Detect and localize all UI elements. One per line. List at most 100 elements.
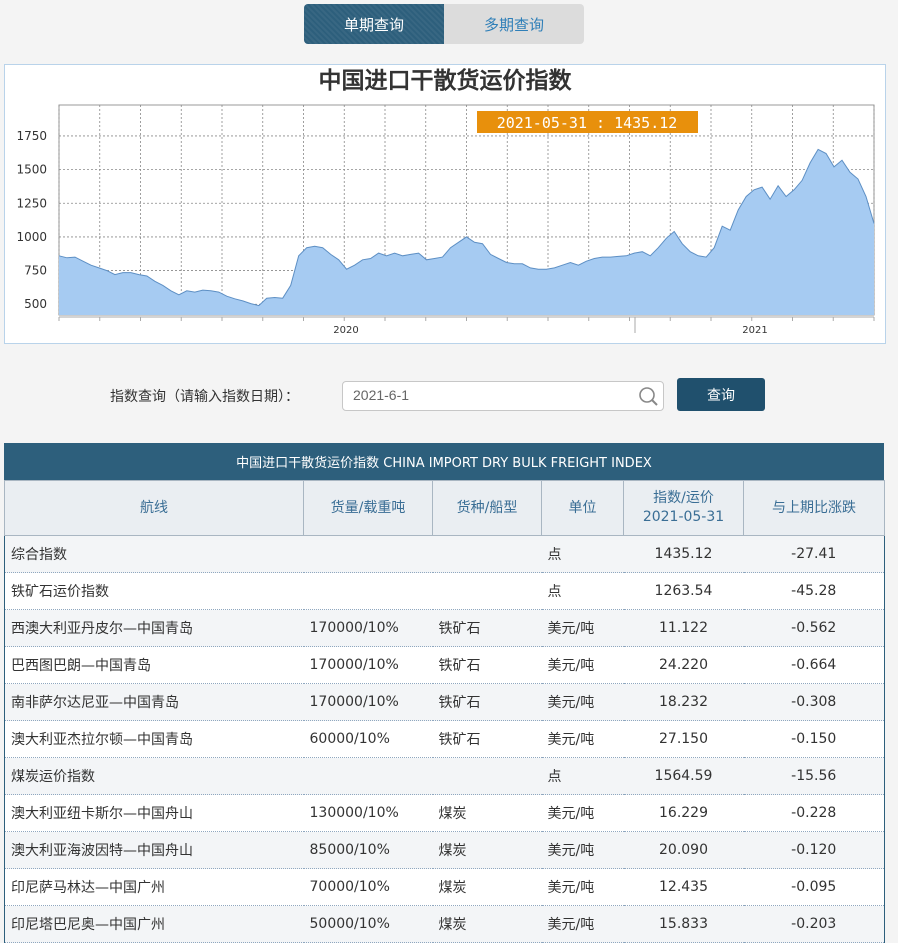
cell-type: 铁矿石 xyxy=(432,609,542,647)
cell-type: 铁矿石 xyxy=(432,683,542,721)
cell-value: 24.220 xyxy=(623,646,744,684)
header-cargo: 货量/载重吨 xyxy=(303,480,433,536)
cell-type: 铁矿石 xyxy=(432,720,542,758)
cell-route: 铁矿石运价指数 xyxy=(4,572,304,610)
freight-index-table: 中国进口干散货运价指数 CHINA IMPORT DRY BULK FREIGH… xyxy=(4,443,885,943)
cell-unit: 点 xyxy=(541,535,624,573)
cell-route: 综合指数 xyxy=(4,535,304,573)
cell-value: 1263.54 xyxy=(623,572,744,610)
table-title: 中国进口干散货运价指数 CHINA IMPORT DRY BULK FREIGH… xyxy=(4,443,884,480)
tab-multi-period[interactable]: 多期查询 xyxy=(444,4,584,44)
cell-value: 12.435 xyxy=(623,868,744,906)
table-row: 澳大利亚纽卡斯尔—中国舟山 130000/10% 煤炭 美元/吨 16.229 -0.22… xyxy=(4,794,885,832)
tooltip-text: 2021-05-31 : 1435.12 xyxy=(497,114,678,132)
cell-change: -45.28 xyxy=(743,572,885,610)
table-row: 综合指数 点 1435.12 -27.41 xyxy=(4,535,885,573)
cell-cargo: 170000/10% xyxy=(303,683,433,721)
date-input-wrapper xyxy=(342,381,664,411)
cell-unit: 点 xyxy=(541,757,624,795)
cell-value: 16.229 xyxy=(623,794,744,832)
header-change: 与上期比涨跌 xyxy=(743,480,885,536)
cell-cargo xyxy=(303,572,433,610)
cell-route: 西澳大利亚丹皮尔—中国青岛 xyxy=(4,609,304,647)
cell-change: -0.203 xyxy=(743,905,885,943)
header-type: 货种/船型 xyxy=(432,480,542,536)
query-mode-tabs: 单期查询 多期查询 xyxy=(304,4,584,44)
cell-type xyxy=(432,757,542,795)
cell-type xyxy=(432,572,542,610)
header-route: 航线 xyxy=(4,480,304,536)
cell-unit: 美元/吨 xyxy=(541,831,624,869)
cell-change: -0.664 xyxy=(743,646,885,684)
table-row: 澳大利亚海波因特—中国舟山 85000/10% 煤炭 美元/吨 20.090 -0.120 xyxy=(4,831,885,869)
cell-unit: 美元/吨 xyxy=(541,868,624,906)
cell-type xyxy=(432,535,542,573)
cell-change: -0.150 xyxy=(743,720,885,758)
query-button[interactable]: 查询 xyxy=(677,378,765,411)
cell-cargo: 60000/10% xyxy=(303,720,433,758)
x-tick-label: 2021 xyxy=(742,325,767,336)
table-row: 西澳大利亚丹皮尔—中国青岛 170000/10% 铁矿石 美元/吨 11.122 -0.5… xyxy=(4,609,885,647)
query-label: 指数查询（请输入指数日期）： xyxy=(110,389,299,405)
cell-unit: 点 xyxy=(541,572,624,610)
cell-change: -27.41 xyxy=(743,535,885,573)
cell-value: 18.232 xyxy=(623,683,744,721)
cell-cargo: 170000/10% xyxy=(303,609,433,647)
cell-change: -0.228 xyxy=(743,794,885,832)
cell-unit: 美元/吨 xyxy=(541,609,624,647)
cell-type: 煤炭 xyxy=(432,831,542,869)
cell-cargo: 130000/10% xyxy=(303,794,433,832)
cell-cargo: 50000/10% xyxy=(303,905,433,943)
cell-value: 15.833 xyxy=(623,905,744,943)
cell-value: 20.090 xyxy=(623,831,744,869)
table-row: 印尼萨马林达—中国广州 70000/10% 煤炭 美元/吨 12.435 -0.095 xyxy=(4,868,885,906)
cell-unit: 美元/吨 xyxy=(541,720,624,758)
cell-change: -0.562 xyxy=(743,609,885,647)
cell-unit: 美元/吨 xyxy=(541,905,624,943)
y-tick-label: 1500 xyxy=(16,163,47,177)
chart-title: 中国进口干散货运价指数 xyxy=(319,67,573,94)
chart-svg: 中国进口干散货运价指数 500 750 1000 1250 1500 1750 2020 202… xyxy=(16,67,875,336)
cell-route: 印尼塔巴尼奥—中国广州 xyxy=(4,905,304,943)
table-row: 铁矿石运价指数 点 1263.54 -45.28 xyxy=(4,572,885,610)
cell-type: 铁矿石 xyxy=(432,646,542,684)
cell-cargo: 70000/10% xyxy=(303,868,433,906)
cell-cargo xyxy=(303,757,433,795)
y-tick-label: 1000 xyxy=(16,230,47,244)
cell-type: 煤炭 xyxy=(432,868,542,906)
cell-change: -0.095 xyxy=(743,868,885,906)
header-unit: 单位 xyxy=(541,480,624,536)
cell-change: -15.56 xyxy=(743,757,885,795)
table-row: 澳大利亚杰拉尔顿—中国青岛 60000/10% 铁矿石 美元/吨 27.150 -0.15… xyxy=(4,720,885,758)
cell-cargo xyxy=(303,535,433,573)
cell-route: 澳大利亚纽卡斯尔—中国舟山 xyxy=(4,794,304,832)
table-row: 巴西图巴朗—中国青岛 170000/10% 铁矿石 美元/吨 24.220 -0.664 xyxy=(4,646,885,684)
cell-type: 煤炭 xyxy=(432,905,542,943)
x-tick-label: 2020 xyxy=(333,325,358,336)
y-tick-label: 1750 xyxy=(16,129,47,143)
cell-route: 澳大利亚海波因特—中国舟山 xyxy=(4,831,304,869)
cell-cargo: 170000/10% xyxy=(303,646,433,684)
date-input[interactable] xyxy=(343,382,643,408)
cell-route: 巴西图巴朗—中国青岛 xyxy=(4,646,304,684)
cell-route: 煤炭运价指数 xyxy=(4,757,304,795)
cell-route: 南非萨尔达尼亚—中国青岛 xyxy=(4,683,304,721)
cell-change: -0.120 xyxy=(743,831,885,869)
cell-value: 27.150 xyxy=(623,720,744,758)
header-index: 指数/运价 2021-05-31 xyxy=(623,480,744,536)
cell-route: 印尼萨马林达—中国广州 xyxy=(4,868,304,906)
y-tick-label: 1250 xyxy=(16,196,47,210)
table-row: 煤炭运价指数 点 1564.59 -15.56 xyxy=(4,757,885,795)
table-header-row: 航线 货量/载重吨 货种/船型 单位 指数/运价 2021-05-31 与上期比涨跌 xyxy=(4,480,885,536)
cell-value: 1564.59 xyxy=(623,757,744,795)
tab-single-period[interactable]: 单期查询 xyxy=(304,4,444,44)
cell-value: 11.122 xyxy=(623,609,744,647)
cell-route: 澳大利亚杰拉尔顿—中国青岛 xyxy=(4,720,304,758)
freight-index-chart: 中国进口干散货运价指数 500 750 1000 1250 1500 1750 2020 202… xyxy=(4,64,886,344)
index-table: 航线 货量/载重吨 货种/船型 单位 指数/运价 2021-05-31 与上期比涨跌 综合… xyxy=(4,480,885,943)
search-icon[interactable] xyxy=(637,385,659,407)
table-row: 印尼塔巴尼奥—中国广州 50000/10% 煤炭 美元/吨 15.833 -0.203 xyxy=(4,905,885,943)
cell-cargo: 85000/10% xyxy=(303,831,433,869)
cell-type: 煤炭 xyxy=(432,794,542,832)
cell-change: -0.308 xyxy=(743,683,885,721)
